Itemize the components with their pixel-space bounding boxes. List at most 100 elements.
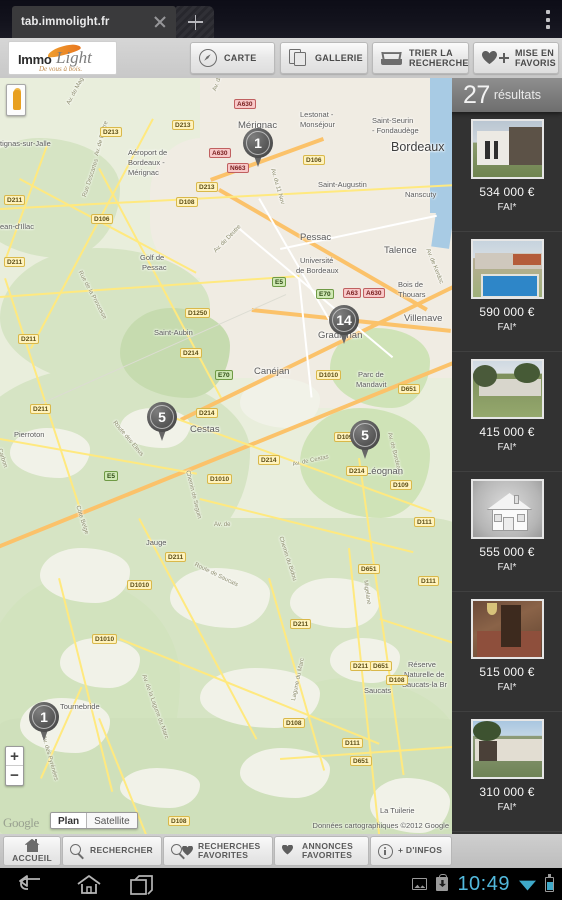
listing-note: FAI* (497, 322, 517, 333)
road-shield: D211 (30, 404, 52, 414)
wifi-icon[interactable] (519, 878, 536, 891)
compass-icon (199, 49, 217, 67)
road-shield: D214 (196, 408, 218, 418)
map-zoom-controls[interactable]: + − (5, 746, 24, 786)
map-road-label: Av. de (214, 522, 231, 528)
road-shield: D651 (350, 756, 372, 766)
map-place-label: Pierroton (14, 430, 45, 439)
listing-thumbnail[interactable] (470, 359, 544, 419)
nav-rechercher-label: RECHERCHER (90, 845, 153, 856)
road-shield: D211 (4, 257, 26, 267)
gallerie-button[interactable]: GALLERIE (280, 42, 368, 74)
nav-annonces-favorites-button[interactable]: ANNONCES FAVORITES (274, 836, 369, 866)
list-item[interactable]: 310 000 € FAI* (452, 712, 562, 832)
close-icon[interactable] (153, 15, 167, 29)
info-icon (378, 843, 393, 859)
map-place-label: - Fondaudège (372, 126, 419, 135)
trier-button-label: TRIER LA RECHERCHE (409, 47, 469, 69)
map-place-label: Saucats (364, 686, 392, 695)
system-clock[interactable]: 10:49 (457, 873, 510, 896)
map-place-label: Réserve (408, 660, 436, 669)
home-icon[interactable] (76, 875, 102, 895)
map-type-satellite[interactable]: Satellite (86, 813, 137, 828)
immolight-logo[interactable]: Immo Light De vous à bois. (8, 41, 117, 75)
list-item[interactable]: 415 000 € FAI* (452, 352, 562, 472)
listing-note: FAI* (497, 442, 517, 453)
zoom-out-button[interactable]: − (6, 766, 23, 785)
road-shield: D213 (196, 182, 218, 192)
listing-note: FAI* (497, 682, 517, 693)
map-marker[interactable]: 1 (243, 128, 273, 168)
sort-inbox-icon (381, 50, 402, 66)
heart-plus-icon (482, 49, 509, 67)
map-marker-count: 5 (158, 409, 166, 425)
road-shield: D111 (342, 738, 363, 748)
listing-thumbnail[interactable] (470, 119, 544, 179)
back-icon[interactable] (18, 875, 42, 893)
map-place-label: Golf de (140, 253, 165, 262)
download-icon[interactable] (436, 874, 449, 891)
mise-en-favoris-button[interactable]: MISE EN FAVORIS (473, 42, 559, 74)
map-marker[interactable]: 5 (147, 402, 177, 442)
zoom-in-button[interactable]: + (6, 747, 23, 766)
trier-la-recherche-button[interactable]: TRIER LA RECHERCHE (372, 42, 469, 74)
map-type-switcher[interactable]: Plan Satellite (50, 812, 138, 829)
map-place-label: Saint-Augustin (318, 180, 367, 189)
nav-infos-button[interactable]: + D'INFOS (370, 836, 452, 866)
listing-price: 415 000 € (479, 425, 535, 439)
nav-recherches-favorites-button[interactable]: RECHERCHES FAVORITES (163, 836, 273, 866)
carte-button[interactable]: CARTE (190, 42, 275, 74)
road-shield: D108 (283, 718, 305, 728)
battery-icon[interactable] (545, 874, 554, 892)
listing-price: 310 000 € (479, 785, 535, 799)
placeholder-house-icon[interactable] (470, 479, 544, 539)
listing-note: FAI* (497, 562, 517, 573)
map-type-plan[interactable]: Plan (51, 813, 87, 828)
map-place-label: Bordeaux (391, 140, 445, 154)
map-marker[interactable]: 1 (29, 702, 59, 742)
map-place-label: La Tuilerie (380, 806, 415, 815)
map-place-label: Villenave (404, 313, 443, 324)
map-place-label: de Bordeaux (296, 266, 339, 275)
map-marker[interactable]: 5 (350, 420, 380, 460)
listing-thumbnail[interactable] (470, 719, 544, 779)
map-place-label: Lestonat - (300, 110, 334, 119)
listing-thumbnail[interactable] (470, 239, 544, 299)
map-marker[interactable]: 14 (329, 305, 359, 345)
list-item[interactable]: 515 000 € FAI* (452, 592, 562, 712)
map-canvas[interactable]: Av. de MagudasAv. de BordeauxAv. de Beut… (0, 78, 452, 834)
nav-rechercher-button[interactable]: RECHERCHER (62, 836, 162, 866)
map-place-label: tignas-sur-Jalle (0, 139, 51, 148)
results-sidebar[interactable]: › 27 résultats 534 000 € FAI* 590 000 € … (452, 78, 562, 834)
map-place-label: Talence (384, 245, 417, 256)
road-shield: D1010 (316, 370, 342, 380)
list-item[interactable]: 590 000 € FAI* (452, 232, 562, 352)
magnifier-icon (70, 843, 85, 859)
road-shield: A630 (363, 288, 385, 298)
map-place-label: Saucats-la Br (402, 680, 448, 689)
gallery-icon (289, 49, 308, 67)
road-shield: E5 (272, 277, 286, 287)
road-shield: D211 (4, 195, 26, 205)
listing-note: FAI* (497, 802, 517, 813)
map-place-label: Jauge (146, 538, 167, 547)
list-item[interactable]: 534 000 € FAI* (452, 112, 562, 232)
results-list[interactable]: 534 000 € FAI* 590 000 € FAI* 415 000 € … (452, 112, 562, 834)
road-shield: D109 (390, 480, 412, 490)
screenshot-icon[interactable] (412, 878, 428, 890)
browser-tab[interactable]: tab.immolight.fr (12, 6, 176, 38)
street-view-pegman-icon[interactable] (6, 84, 26, 116)
map-place-label: Bordeaux - (128, 158, 165, 167)
list-item[interactable]: 555 000 € FAI* (452, 472, 562, 592)
listing-thumbnail[interactable] (470, 599, 544, 659)
overflow-menu-icon[interactable] (546, 10, 551, 29)
road-shield: A63 (343, 288, 361, 298)
plus-icon[interactable] (176, 6, 214, 38)
recent-apps-icon[interactable] (130, 875, 154, 895)
listing-note: FAI* (497, 202, 517, 213)
home-icon (24, 838, 40, 852)
map-marker-count: 14 (336, 312, 352, 328)
results-label: résultats (493, 88, 542, 102)
google-watermark: Google (3, 815, 39, 830)
nav-accueil-button[interactable]: ACCUEIL (3, 836, 61, 866)
